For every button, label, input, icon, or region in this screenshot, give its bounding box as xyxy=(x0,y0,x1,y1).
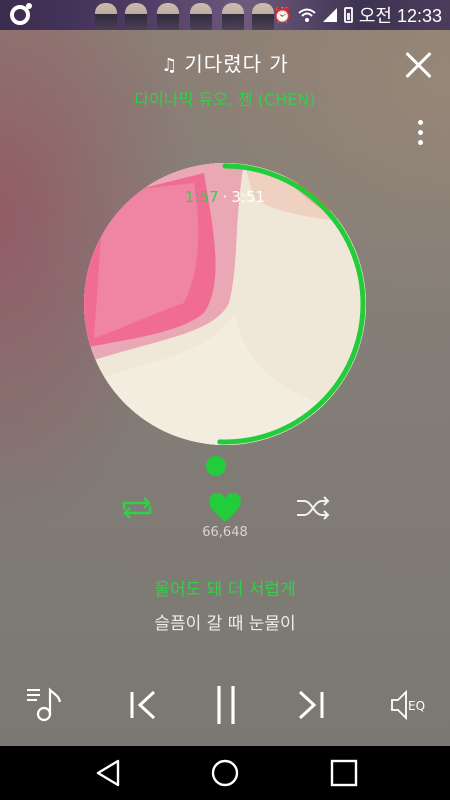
back-icon xyxy=(96,759,120,787)
banner-image xyxy=(157,3,179,30)
time-display: 1:57 · 3:51 xyxy=(0,188,450,206)
previous-button[interactable] xyxy=(126,684,160,726)
lyric-current-line[interactable]: 울어도 돼 더 서럽게 xyxy=(0,575,450,600)
repeat-icon xyxy=(122,497,152,519)
next-icon xyxy=(298,690,324,720)
player-screen: ⏰ 오전 12:33 ♫ 기다렸다 가 다이나믹 듀오, 첸 (CHEN) 1:… xyxy=(0,0,450,746)
headphone-note-icon: ♫ xyxy=(161,55,179,76)
close-icon[interactable] xyxy=(404,50,434,80)
shuffle-button[interactable] xyxy=(294,490,332,526)
shuffle-icon xyxy=(297,496,330,520)
song-title: ♫ 기다렸다 가 xyxy=(0,48,450,77)
speaker-eq-icon: EQ xyxy=(391,689,425,721)
alarm-icon: ⏰ xyxy=(273,6,292,24)
elapsed-time: 1:57 xyxy=(184,188,219,206)
previous-icon xyxy=(130,690,156,720)
lyric-next-line[interactable]: 슬픔이 갈 때 눈물이 xyxy=(0,609,450,634)
recent-apps-icon xyxy=(330,759,358,787)
back-button[interactable] xyxy=(90,756,134,790)
status-time: 오전 12:33 xyxy=(358,6,442,26)
more-options-icon[interactable] xyxy=(410,118,430,148)
time-separator: · xyxy=(222,188,228,206)
like-count: 66,648 xyxy=(202,525,248,540)
playlist-icon xyxy=(27,687,62,722)
banner-image xyxy=(125,3,147,30)
signal-icon xyxy=(322,8,337,22)
artist-name[interactable]: 다이나믹 듀오, 첸 (CHEN) xyxy=(0,86,450,110)
banner-image xyxy=(222,3,244,30)
system-nav-bar xyxy=(0,746,450,800)
eq-label: EQ xyxy=(408,699,425,713)
next-button[interactable] xyxy=(294,684,328,726)
playlist-button[interactable] xyxy=(24,684,66,726)
battery-icon xyxy=(343,7,353,23)
like-button[interactable] xyxy=(206,490,244,526)
banner-image xyxy=(252,3,274,30)
wifi-icon xyxy=(298,8,316,22)
seek-handle[interactable] xyxy=(206,456,226,476)
repeat-button[interactable] xyxy=(118,490,156,526)
heart-icon xyxy=(209,493,241,522)
pause-button[interactable] xyxy=(210,684,242,726)
status-bar: ⏰ 오전 12:33 xyxy=(0,0,450,30)
total-duration: 3:51 xyxy=(231,188,266,206)
pause-icon xyxy=(217,686,235,724)
home-icon xyxy=(211,759,239,787)
equalizer-button[interactable]: EQ xyxy=(388,684,432,726)
status-icons: ⏰ 오전 12:33 xyxy=(273,3,442,27)
banner-image xyxy=(95,3,117,30)
progress-arc xyxy=(217,163,366,445)
song-title-text: 기다렸다 가 xyxy=(184,52,289,76)
app-logo-icon xyxy=(10,3,32,25)
recent-apps-button[interactable] xyxy=(322,756,366,790)
home-button[interactable] xyxy=(203,756,247,790)
banner-image xyxy=(190,3,212,30)
